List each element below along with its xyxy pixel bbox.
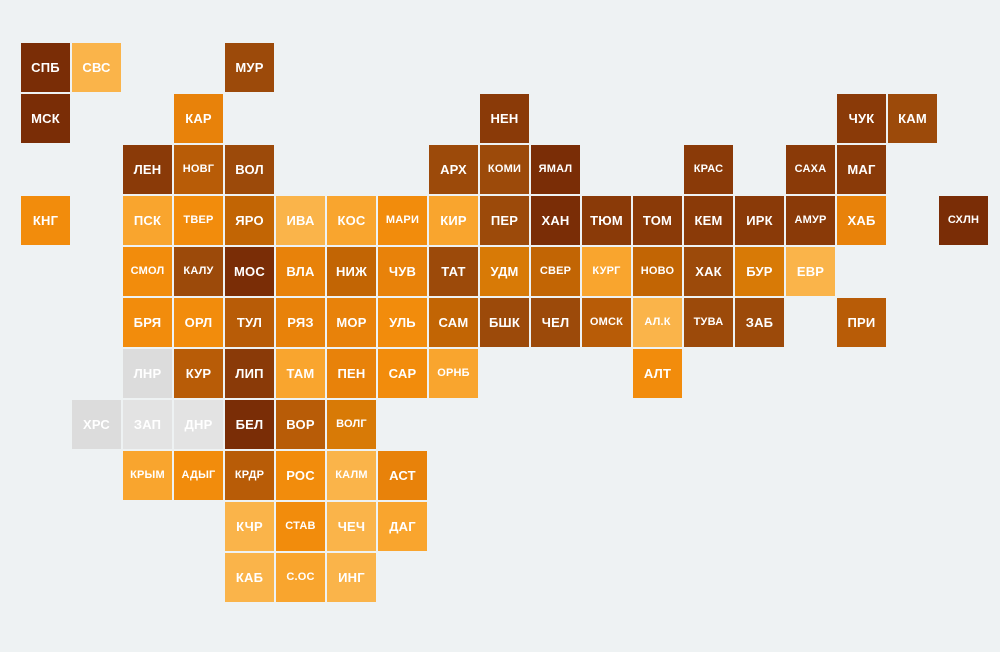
region-tile[interactable]: ЧУВ bbox=[378, 247, 427, 296]
region-tile[interactable]: СМОЛ bbox=[123, 247, 172, 296]
region-tile[interactable]: СХЛН bbox=[939, 196, 988, 245]
region-tile[interactable]: ДАГ bbox=[378, 502, 427, 551]
region-tile[interactable]: БШК bbox=[480, 298, 529, 347]
region-tile[interactable]: ИРК bbox=[735, 196, 784, 245]
region-tile[interactable]: ЧЕЛ bbox=[531, 298, 580, 347]
region-tile[interactable]: ВОЛ bbox=[225, 145, 274, 194]
region-tile[interactable]: ТОМ bbox=[633, 196, 682, 245]
region-tile[interactable]: ИНГ bbox=[327, 553, 376, 602]
region-tile[interactable]: САМ bbox=[429, 298, 478, 347]
region-tile[interactable]: СТАВ bbox=[276, 502, 325, 551]
region-tile[interactable]: АРХ bbox=[429, 145, 478, 194]
region-tile[interactable]: ХАК bbox=[684, 247, 733, 296]
region-tile[interactable]: МОС bbox=[225, 247, 274, 296]
region-tile[interactable]: СВЕР bbox=[531, 247, 580, 296]
region-tile[interactable]: КУР bbox=[174, 349, 223, 398]
region-tile[interactable]: ЧЕЧ bbox=[327, 502, 376, 551]
region-tile-grid-map: СПБ СВС МУР МСК КАР НЕН ЧУК КАМ ЛЕН НОВГ ВОЛ АРХ КОМ… bbox=[0, 0, 1000, 652]
region-tile[interactable]: МУР bbox=[225, 43, 274, 92]
region-tile[interactable]: АДЫГ bbox=[174, 451, 223, 500]
region-tile[interactable]: ВОЛГ bbox=[327, 400, 376, 449]
region-tile[interactable]: КУРГ bbox=[582, 247, 631, 296]
region-tile[interactable]: КАБ bbox=[225, 553, 274, 602]
region-tile[interactable]: ЕВР bbox=[786, 247, 835, 296]
region-tile[interactable]: ТУВА bbox=[684, 298, 733, 347]
region-tile[interactable]: НОВГ bbox=[174, 145, 223, 194]
region-tile[interactable]: КАЛУ bbox=[174, 247, 223, 296]
region-tile[interactable]: НЕН bbox=[480, 94, 529, 143]
region-tile[interactable]: КАМ bbox=[888, 94, 937, 143]
region-tile[interactable]: КИР bbox=[429, 196, 478, 245]
region-tile[interactable]: ОРЛ bbox=[174, 298, 223, 347]
region-tile[interactable]: ДНР bbox=[174, 400, 223, 449]
region-tile[interactable]: РЯЗ bbox=[276, 298, 325, 347]
region-tile[interactable]: ОМСК bbox=[582, 298, 631, 347]
region-tile[interactable]: РОС bbox=[276, 451, 325, 500]
region-tile[interactable]: ТЮМ bbox=[582, 196, 631, 245]
region-tile[interactable]: ЧУК bbox=[837, 94, 886, 143]
region-tile[interactable]: БРЯ bbox=[123, 298, 172, 347]
region-tile[interactable]: ЛНР bbox=[123, 349, 172, 398]
region-tile[interactable]: С.ОС bbox=[276, 553, 325, 602]
region-tile[interactable]: ВЛА bbox=[276, 247, 325, 296]
region-tile[interactable]: БУР bbox=[735, 247, 784, 296]
region-tile[interactable]: ИВА bbox=[276, 196, 325, 245]
region-tile[interactable]: ТАТ bbox=[429, 247, 478, 296]
region-tile[interactable]: АМУР bbox=[786, 196, 835, 245]
region-tile[interactable]: ОРНБ bbox=[429, 349, 478, 398]
region-tile[interactable]: ПЕР bbox=[480, 196, 529, 245]
region-tile[interactable]: АСТ bbox=[378, 451, 427, 500]
region-tile[interactable]: КРЫМ bbox=[123, 451, 172, 500]
region-tile[interactable]: КРДР bbox=[225, 451, 274, 500]
region-tile[interactable]: ЛИП bbox=[225, 349, 274, 398]
region-tile[interactable]: ТУЛ bbox=[225, 298, 274, 347]
region-tile[interactable]: ПРИ bbox=[837, 298, 886, 347]
region-tile[interactable]: ПЕН bbox=[327, 349, 376, 398]
region-tile[interactable]: МОР bbox=[327, 298, 376, 347]
region-tile[interactable]: КЕМ bbox=[684, 196, 733, 245]
region-tile[interactable]: АЛ.К bbox=[633, 298, 682, 347]
region-tile[interactable]: САХА bbox=[786, 145, 835, 194]
region-tile[interactable]: ЯРО bbox=[225, 196, 274, 245]
region-tile[interactable]: ТВЕР bbox=[174, 196, 223, 245]
region-tile[interactable]: КЧР bbox=[225, 502, 274, 551]
region-tile[interactable]: ПСК bbox=[123, 196, 172, 245]
region-tile[interactable]: КНГ bbox=[21, 196, 70, 245]
region-tile[interactable]: НИЖ bbox=[327, 247, 376, 296]
region-tile[interactable]: СПБ bbox=[21, 43, 70, 92]
region-tile[interactable]: ЛЕН bbox=[123, 145, 172, 194]
region-tile[interactable]: УДМ bbox=[480, 247, 529, 296]
region-tile[interactable]: ХРС bbox=[72, 400, 121, 449]
region-tile[interactable]: КРАС bbox=[684, 145, 733, 194]
region-tile[interactable]: БЕЛ bbox=[225, 400, 274, 449]
region-tile[interactable]: ЯМАЛ bbox=[531, 145, 580, 194]
region-tile[interactable]: КОС bbox=[327, 196, 376, 245]
region-tile[interactable]: УЛЬ bbox=[378, 298, 427, 347]
region-tile[interactable]: ХАН bbox=[531, 196, 580, 245]
region-tile[interactable]: МАРИ bbox=[378, 196, 427, 245]
region-tile[interactable]: НОВО bbox=[633, 247, 682, 296]
region-tile[interactable]: ХАБ bbox=[837, 196, 886, 245]
region-tile[interactable]: ЗАБ bbox=[735, 298, 784, 347]
region-tile[interactable]: САР bbox=[378, 349, 427, 398]
region-tile[interactable]: КАЛМ bbox=[327, 451, 376, 500]
region-tile[interactable]: МСК bbox=[21, 94, 70, 143]
region-tile[interactable]: КОМИ bbox=[480, 145, 529, 194]
region-tile[interactable]: КАР bbox=[174, 94, 223, 143]
region-tile[interactable]: СВС bbox=[72, 43, 121, 92]
region-tile[interactable]: МАГ bbox=[837, 145, 886, 194]
region-tile[interactable]: ВОР bbox=[276, 400, 325, 449]
region-tile[interactable]: АЛТ bbox=[633, 349, 682, 398]
region-tile[interactable]: ЗАП bbox=[123, 400, 172, 449]
region-tile[interactable]: ТАМ bbox=[276, 349, 325, 398]
